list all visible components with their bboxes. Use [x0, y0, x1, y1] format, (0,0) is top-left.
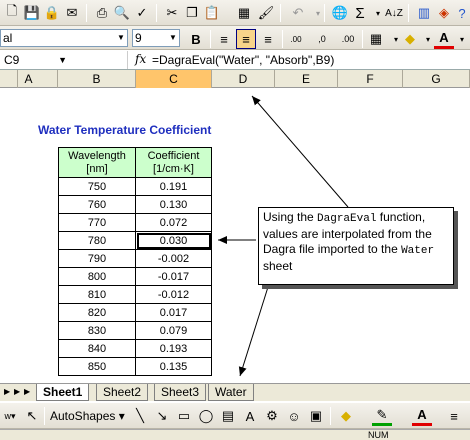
arrow-to-water-tab — [238, 286, 269, 377]
line-icon[interactable]: ╲ — [130, 406, 150, 426]
arrow-to-formula — [251, 95, 349, 208]
tab-sheet2[interactable]: Sheet2 — [96, 384, 149, 401]
line-style-icon[interactable]: ≡ — [444, 406, 464, 426]
oval-icon[interactable]: ◯ — [196, 406, 216, 426]
tab-sheet3[interactable]: Sheet3 — [154, 384, 207, 401]
num-lock-indicator: NUM — [368, 430, 389, 440]
next-sheet-icon[interactable]: ▶ — [24, 387, 30, 396]
draw-menu-dropdown-icon[interactable]: w▾ — [0, 406, 20, 426]
fill-color-icon[interactable]: ◆ — [336, 406, 356, 426]
prev-sheet-icon[interactable]: ▶ — [14, 387, 20, 396]
status-bar: NUM — [0, 429, 470, 440]
tab-water[interactable]: Water — [208, 384, 254, 401]
sheet-tabs-bar: ▶ ▶ ▶ Sheet1 Sheet2 Sheet3 Water — [0, 383, 470, 401]
font-color-icon[interactable]: A — [412, 406, 432, 426]
drawing-toolbar: w▾ ↖ AutoShapes ▾ ╲ ↘ ▭ ◯ ▤ A ⚙ ☺ ▣ ◆ ✎ … — [0, 403, 470, 429]
diagram-icon[interactable]: ⚙ — [262, 406, 282, 426]
callout-box: Using the DagraEval function, values are… — [258, 207, 454, 285]
arrow-icon[interactable]: ↘ — [152, 406, 172, 426]
picture-icon[interactable]: ▣ — [306, 406, 326, 426]
first-sheet-icon[interactable]: ▶ — [4, 387, 10, 396]
textbox-icon[interactable]: ▤ — [218, 406, 238, 426]
tab-sheet1[interactable]: Sheet1 — [36, 384, 90, 401]
wordart-icon[interactable]: A — [240, 406, 260, 426]
select-objects-icon[interactable]: ↖ — [22, 406, 42, 426]
line-color-icon[interactable]: ✎ — [372, 406, 392, 426]
rectangle-icon[interactable]: ▭ — [174, 406, 194, 426]
clipart-icon[interactable]: ☺ — [284, 406, 304, 426]
autoshapes-menu[interactable]: AutoShapes ▾ — [50, 409, 125, 423]
